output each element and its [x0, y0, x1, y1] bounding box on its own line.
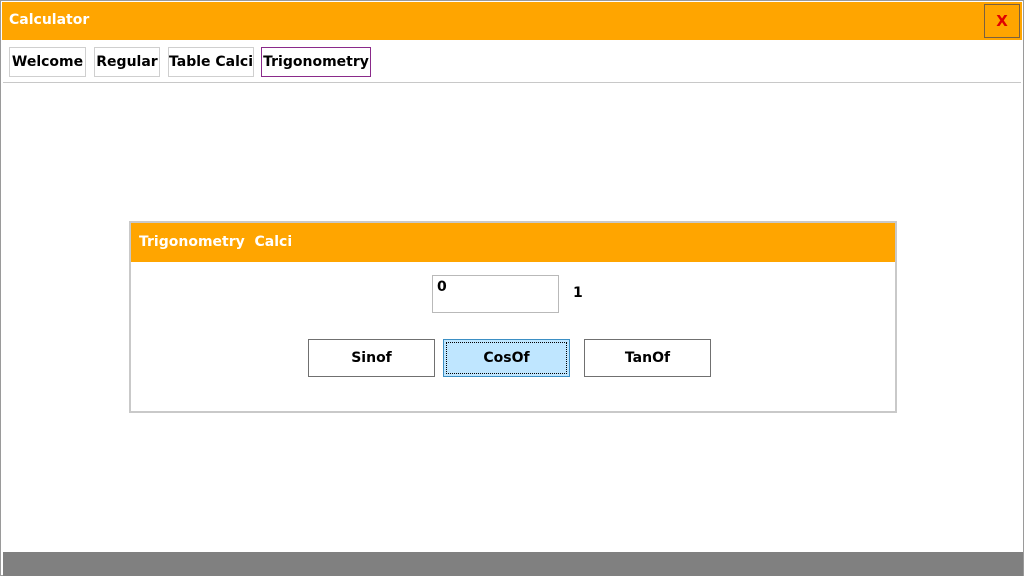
close-button[interactable]: X: [984, 4, 1020, 38]
title-bar: Calculator X: [2, 2, 1022, 40]
window-title: Calculator: [9, 12, 90, 28]
tab-trigonometry[interactable]: Trigonometry: [261, 47, 371, 77]
cos-button[interactable]: CosOf: [443, 339, 570, 377]
angle-input[interactable]: 0: [432, 275, 559, 313]
panel-header: Trigonometry Calci: [131, 223, 895, 262]
tan-button[interactable]: TanOf: [584, 339, 711, 377]
tab-regular[interactable]: Regular: [94, 47, 160, 77]
status-bar: [3, 552, 1023, 576]
tab-divider: [3, 82, 1021, 83]
trigonometry-panel: Trigonometry Calci 0 1 Sinof CosOf TanOf: [129, 221, 897, 413]
panel-title: Trigonometry Calci: [139, 234, 293, 250]
calculator-window: Calculator X Welcome Regular Table Calci…: [0, 0, 1024, 576]
result-value: 1: [573, 285, 583, 301]
sin-button[interactable]: Sinof: [308, 339, 435, 377]
tab-welcome[interactable]: Welcome: [9, 47, 86, 77]
tab-table-calci[interactable]: Table Calci: [168, 47, 254, 77]
